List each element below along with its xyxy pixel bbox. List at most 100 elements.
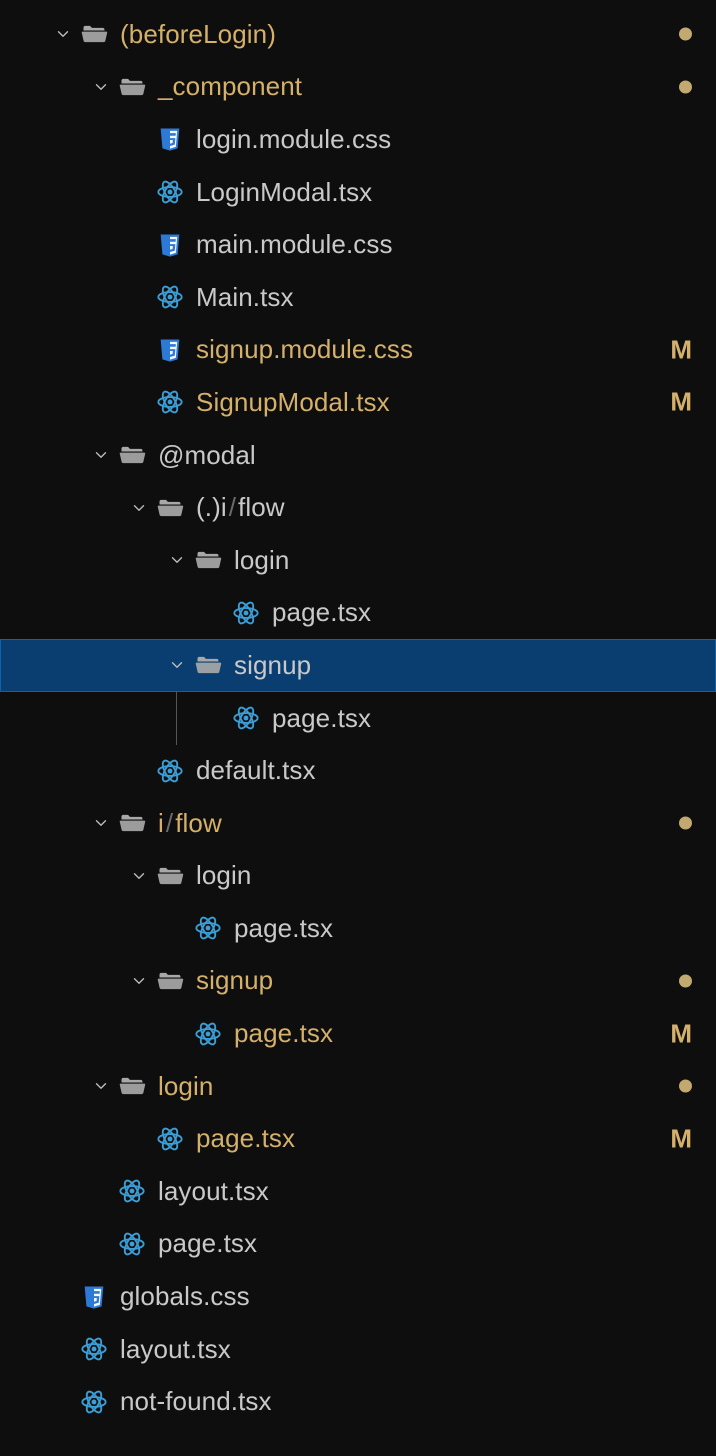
react-icon xyxy=(156,283,184,311)
tree-item-label: page.tsx xyxy=(158,1228,257,1259)
chevron-down-icon[interactable] xyxy=(92,446,110,464)
tree-row[interactable]: login xyxy=(0,850,716,903)
tree-row[interactable]: layout.tsx xyxy=(0,1323,716,1376)
git-dirty-dot xyxy=(679,974,692,987)
react-icon xyxy=(80,1388,108,1416)
tree-row[interactable]: main.module.css xyxy=(0,218,716,271)
tree-item-label: signup xyxy=(196,965,273,996)
tree-row[interactable]: i/flow xyxy=(0,797,716,850)
tree-item-label: login xyxy=(158,1071,213,1102)
tree-item-label: main.module.css xyxy=(196,229,393,260)
css-icon xyxy=(156,231,184,259)
react-icon xyxy=(232,704,260,732)
tree-row[interactable]: @modal xyxy=(0,429,716,482)
tree-item-label: _component xyxy=(158,71,302,102)
tree-item-label: login.module.css xyxy=(196,124,391,155)
react-icon xyxy=(118,1177,146,1205)
git-dirty-dot xyxy=(679,817,692,830)
tree-item-label: login xyxy=(196,860,251,891)
folder-icon xyxy=(118,73,146,101)
chevron-down-icon[interactable] xyxy=(130,867,148,885)
tree-item-label: layout.tsx xyxy=(120,1334,231,1365)
folder-icon xyxy=(118,809,146,837)
folder-icon xyxy=(156,862,184,890)
tree-item-label: globals.css xyxy=(120,1281,250,1312)
tree-item-label: not-found.tsx xyxy=(120,1386,272,1417)
css-icon xyxy=(80,1283,108,1311)
git-dirty-dot xyxy=(679,1080,692,1093)
chevron-down-icon[interactable] xyxy=(168,551,186,569)
tree-row[interactable]: LoginModal.tsx xyxy=(0,166,716,219)
chevron-down-icon[interactable] xyxy=(54,25,72,43)
tree-item-label: default.tsx xyxy=(196,755,316,786)
css-icon xyxy=(156,125,184,153)
tree-item-label: LoginModal.tsx xyxy=(196,177,372,208)
tree-row[interactable]: globals.css xyxy=(0,1270,716,1323)
tree-row[interactable]: Main.tsx xyxy=(0,271,716,324)
indent-guide xyxy=(176,691,177,745)
chevron-down-icon[interactable] xyxy=(130,972,148,990)
chevron-down-icon[interactable] xyxy=(92,1077,110,1095)
git-modified-badge: M xyxy=(670,387,692,418)
tree-row[interactable]: page.tsx M xyxy=(0,1112,716,1165)
tree-row[interactable]: page.tsx xyxy=(0,1218,716,1271)
git-modified-badge: M xyxy=(670,1018,692,1049)
folder-icon xyxy=(194,546,222,574)
tree-row[interactable]: (beforeLogin) xyxy=(0,8,716,61)
tree-item-label: signup xyxy=(234,650,311,681)
tree-row[interactable]: login xyxy=(0,534,716,587)
react-icon xyxy=(80,1335,108,1363)
tree-row[interactable]: not-found.tsx xyxy=(0,1375,716,1428)
tree-row[interactable]: login xyxy=(0,1060,716,1113)
chevron-down-icon[interactable] xyxy=(92,78,110,96)
tree-item-label: @modal xyxy=(158,440,256,471)
tree-row[interactable]: page.tsx xyxy=(0,692,716,745)
tree-row[interactable]: _component xyxy=(0,61,716,114)
react-icon xyxy=(118,1230,146,1258)
tree-item-label: page.tsx xyxy=(272,597,371,628)
tree-item-label: page.tsx xyxy=(196,1123,295,1154)
tree-item-label: (beforeLogin) xyxy=(120,19,276,50)
react-icon xyxy=(156,388,184,416)
tree-item-label: signup.module.css xyxy=(196,334,413,365)
tree-row[interactable]: login.module.css xyxy=(0,113,716,166)
chevron-down-icon[interactable] xyxy=(130,499,148,517)
tree-row[interactable]: (.)i/flow xyxy=(0,481,716,534)
tree-item-label: (.)i/flow xyxy=(196,492,285,523)
chevron-down-icon[interactable] xyxy=(168,656,186,674)
tree-row[interactable]: page.tsx xyxy=(0,587,716,640)
tree-item-label: login xyxy=(234,545,289,576)
folder-icon xyxy=(80,20,108,48)
react-icon xyxy=(232,599,260,627)
tree-row[interactable]: page.tsx xyxy=(0,902,716,955)
git-dirty-dot xyxy=(679,28,692,41)
folder-icon xyxy=(194,651,222,679)
folder-icon xyxy=(118,1072,146,1100)
tree-item-label: layout.tsx xyxy=(158,1176,269,1207)
file-tree[interactable]: (beforeLogin) _component login.module.css L… xyxy=(0,0,716,1428)
tree-item-label: i/flow xyxy=(158,808,222,839)
git-modified-badge: M xyxy=(670,334,692,365)
tree-row[interactable]: default.tsx xyxy=(0,744,716,797)
git-dirty-dot xyxy=(679,80,692,93)
tree-item-label: page.tsx xyxy=(272,703,371,734)
tree-item-label: page.tsx xyxy=(234,913,333,944)
folder-icon xyxy=(118,441,146,469)
chevron-down-icon[interactable] xyxy=(92,814,110,832)
tree-row[interactable]: page.tsx M xyxy=(0,1007,716,1060)
react-icon xyxy=(194,914,222,942)
react-icon xyxy=(156,178,184,206)
tree-row[interactable]: signup xyxy=(0,639,716,692)
react-icon xyxy=(194,1020,222,1048)
tree-item-label: Main.tsx xyxy=(196,282,294,313)
tree-row[interactable]: SignupModal.tsxM xyxy=(0,376,716,429)
tree-row[interactable]: layout.tsx xyxy=(0,1165,716,1218)
react-icon xyxy=(156,1125,184,1153)
tree-row[interactable]: signup xyxy=(0,955,716,1008)
folder-icon xyxy=(156,494,184,522)
tree-item-label: page.tsx xyxy=(234,1018,333,1049)
folder-icon xyxy=(156,967,184,995)
tree-row[interactable]: signup.module.css M xyxy=(0,324,716,377)
css-icon xyxy=(156,336,184,364)
git-modified-badge: M xyxy=(670,1123,692,1154)
